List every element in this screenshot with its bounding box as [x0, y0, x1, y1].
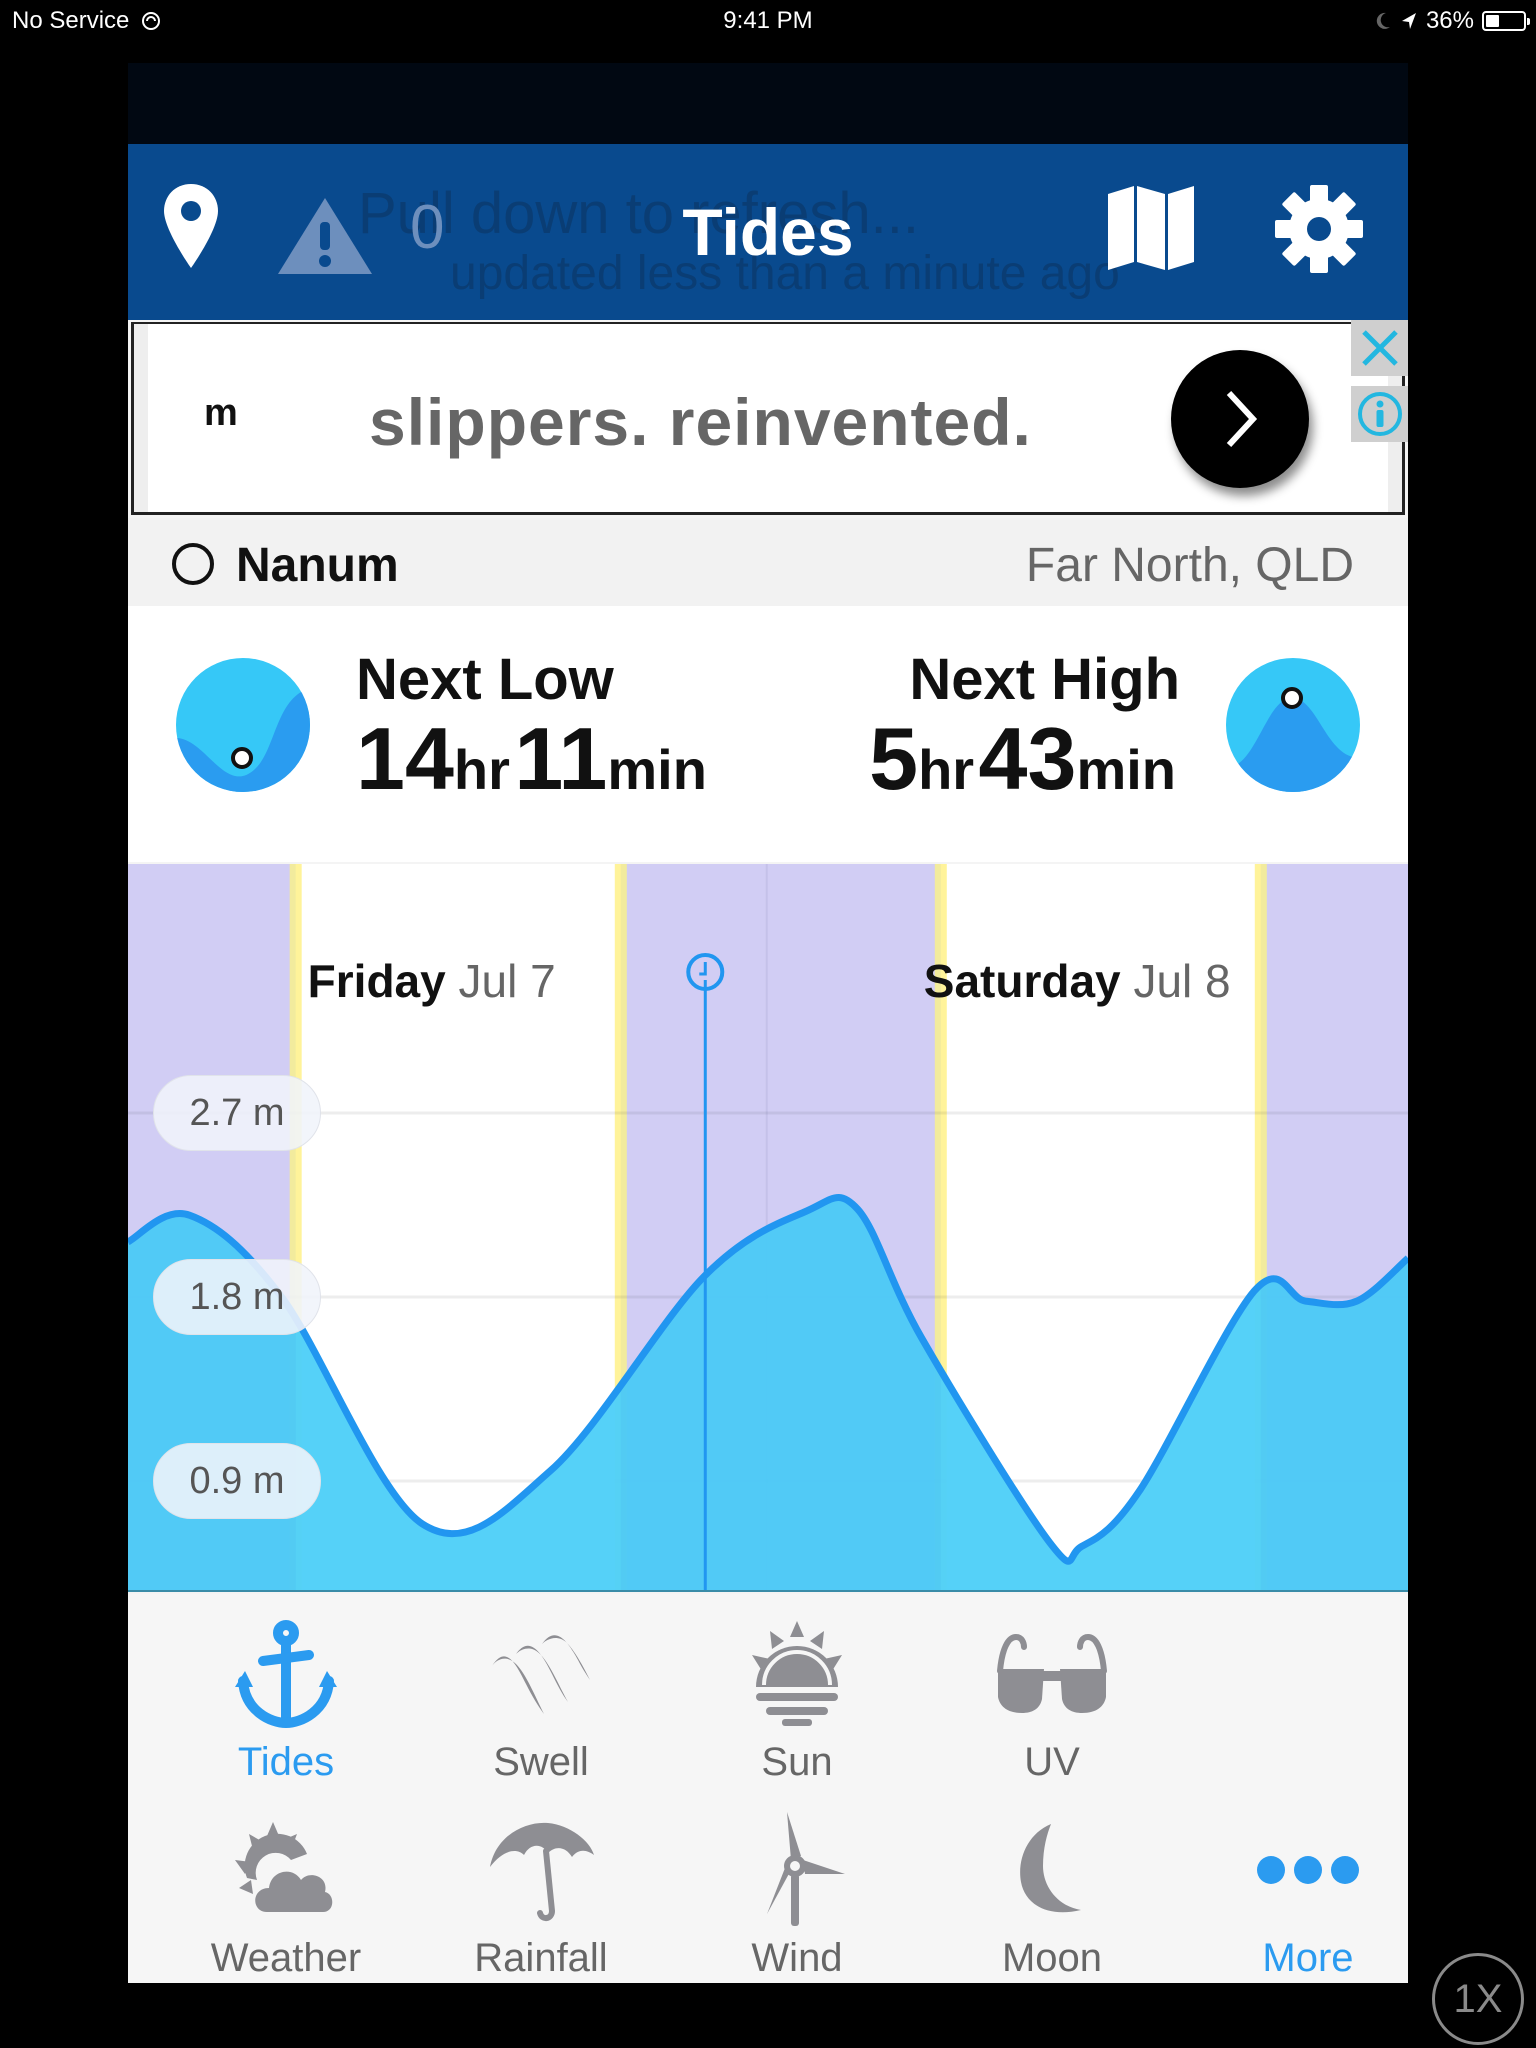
next-high-min-unit: min	[1076, 738, 1176, 801]
nav-label: Swell	[493, 1740, 589, 1784]
nav-item-weather[interactable]: Weather	[186, 1810, 386, 1983]
ad-headline: slippers. reinvented.	[369, 385, 1032, 459]
day-date: Jul 8	[1133, 955, 1231, 1007]
nav-label: More	[1262, 1936, 1354, 1980]
status-bar: No Service 9:41 PM 36%	[0, 0, 1536, 42]
battery-percent: 36%	[1425, 7, 1474, 34]
nav-label: UV	[1024, 1740, 1080, 1784]
nav-item-uv[interactable]: UV	[952, 1614, 1152, 1794]
swell-icon	[492, 1635, 590, 1714]
nav-label: Weather	[210, 1936, 362, 1980]
next-low-min-unit: min	[607, 738, 707, 801]
nav-label: Sun	[761, 1740, 833, 1784]
day-date: Jul 7	[458, 955, 556, 1007]
location-region: Far North, QLD	[1025, 539, 1354, 592]
nav-item-swell[interactable]: Swell	[441, 1614, 641, 1794]
status-time: 9:41 PM	[723, 7, 813, 34]
umbrella-icon	[490, 1822, 594, 1921]
nav-item-more[interactable]: More	[1208, 1810, 1408, 1983]
tide-chart[interactable]: Friday Jul 7 Saturday Jul 8 2.7 m 1.8 m …	[128, 864, 1408, 1592]
nav-item-sun[interactable]: Sun	[697, 1614, 897, 1794]
nav-item-rainfall[interactable]: Rainfall	[441, 1810, 641, 1983]
page-title: Tides	[682, 195, 854, 269]
top-band	[128, 63, 1408, 144]
low-tide-dial-icon	[176, 658, 310, 792]
gear-icon[interactable]	[1274, 184, 1364, 274]
ad-logo: m	[204, 392, 238, 434]
next-high-countdown: 5hr 43min	[869, 708, 1176, 810]
map-icon[interactable]	[1106, 186, 1196, 272]
bottom-nav: Tides Swell Sun UV Weather Rainfall Wind…	[128, 1594, 1408, 1983]
nav-item-tides[interactable]: Tides	[186, 1614, 386, 1794]
night-water-tint	[1260, 864, 1408, 1590]
next-low-hours: 14	[356, 709, 454, 808]
y-tick-label: 0.9 m	[153, 1443, 321, 1519]
day-name: Saturday	[923, 955, 1121, 1007]
anchor-icon	[235, 1620, 337, 1729]
sun-icon	[752, 1621, 842, 1726]
night-water-tint	[620, 864, 941, 1590]
wind-turbine-icon	[767, 1812, 845, 1926]
location-row[interactable]: Nanum Far North, QLD	[128, 518, 1408, 606]
nav-label: Rainfall	[474, 1936, 608, 1980]
moon-icon	[1020, 1824, 1081, 1913]
weather-icon	[235, 1822, 333, 1912]
next-low-countdown: 14hr 11min	[356, 708, 707, 810]
battery-fill	[1486, 15, 1499, 27]
chevron-right-icon	[1226, 390, 1258, 448]
ad-close-button[interactable]	[1351, 320, 1408, 376]
next-tides-row: Next Low 14hr 11min Next High 5hr 43min	[128, 606, 1408, 862]
nav-item-wind[interactable]: Wind	[697, 1810, 897, 1983]
day-name: Friday	[307, 955, 446, 1007]
nav-label: Tides	[237, 1740, 335, 1784]
sunglasses-icon	[997, 1633, 1107, 1713]
location-name: Nanum	[236, 539, 399, 592]
ad-cta-button[interactable]	[1171, 350, 1309, 488]
app-header: Pull down to refresh... updated less tha…	[128, 144, 1408, 320]
favorite-radio-icon[interactable]	[172, 543, 214, 585]
nav-item-moon[interactable]: Moon	[952, 1810, 1152, 1983]
location-arrow-icon	[1401, 13, 1416, 29]
ad-info-button[interactable]	[1351, 386, 1408, 442]
ad-left-edge	[134, 324, 148, 512]
zoom-1x-button[interactable]: 1X	[1432, 1953, 1524, 2045]
ad-banner[interactable]: m slippers. reinvented.	[131, 322, 1405, 515]
more-icon	[1257, 1856, 1359, 1884]
next-high-hr-unit: hr	[918, 738, 975, 801]
y-tick-label: 2.7 m	[153, 1075, 321, 1151]
day-label-saturday: Saturday Jul 8	[924, 954, 1231, 1008]
nav-label: Wind	[751, 1936, 843, 1980]
next-low-hr-unit: hr	[453, 738, 510, 801]
info-icon	[1357, 392, 1402, 436]
day-label-friday: Friday Jul 7	[308, 954, 556, 1008]
do-not-disturb-moon-icon	[1376, 12, 1390, 29]
next-high-label: Next High	[909, 647, 1180, 712]
close-icon	[1361, 330, 1398, 366]
tides-app: Pull down to refresh... updated less tha…	[128, 63, 1408, 1983]
next-low-minutes: 11	[514, 709, 608, 808]
high-tide-dial-icon	[1226, 658, 1360, 792]
nav-label: Moon	[1001, 1936, 1103, 1980]
battery-icon	[1482, 11, 1530, 31]
next-low-label: Next Low	[356, 647, 614, 712]
y-tick-label: 1.8 m	[153, 1259, 321, 1335]
next-high-minutes: 43	[978, 709, 1077, 808]
next-high-hours: 5	[869, 709, 919, 808]
